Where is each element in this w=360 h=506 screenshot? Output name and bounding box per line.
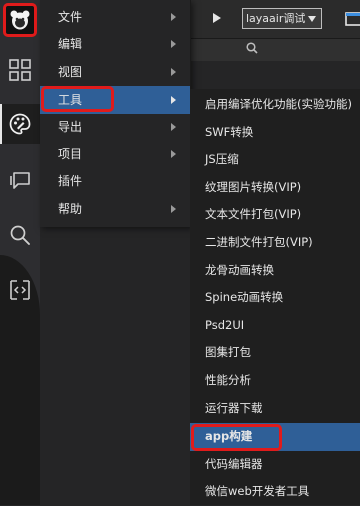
chevron-right-icon [171, 96, 176, 104]
menu-item-export[interactable]: 导出 [40, 113, 190, 141]
chevron-right-icon [171, 68, 176, 76]
submenu-item-runner-download[interactable]: 运行器下载 [190, 395, 360, 423]
submenu-item-spine-convert[interactable]: Spine动画转换 [190, 284, 360, 312]
menu-item-edit[interactable]: 编辑 [40, 30, 190, 58]
menu-item-label: 文件 [58, 10, 83, 24]
submenu-item-profiler[interactable]: 性能分析 [190, 367, 360, 395]
submenu-item-wechat-devtools[interactable]: 微信web开发者工具 [190, 478, 360, 506]
submenu-item-texture-convert[interactable]: 纹理图片转换(VIP) [190, 174, 360, 202]
chevron-right-icon [171, 205, 176, 213]
submenu-item-psd2ui[interactable]: Psd2UI [190, 312, 360, 340]
menu-item-plugins[interactable]: 插件 [40, 167, 190, 195]
app-build-highlight-box [191, 424, 282, 451]
menu-item-label: 项目 [58, 147, 83, 161]
activity-bar [0, 0, 40, 505]
menu-item-view[interactable]: 视图 [40, 58, 190, 86]
code-icon-button[interactable] [0, 270, 40, 310]
submenu-item-label: 性能分析 [205, 373, 251, 387]
submenu-item-label: Spine动画转换 [205, 290, 284, 305]
layaair-logo-button[interactable] [3, 3, 37, 37]
submenu-item-label: 启用编译优化功能(实验功能) [205, 97, 352, 111]
menu-item-label: 视图 [58, 65, 83, 79]
run-target-value: layaair调试 [246, 12, 306, 25]
code-icon [10, 280, 30, 300]
submenu-item-code-editor[interactable]: 代码编辑器 [190, 451, 360, 479]
submenu-item-binary-pack[interactable]: 二进制文件打包(VIP) [190, 229, 360, 257]
menu-item-file[interactable]: 文件 [40, 3, 190, 31]
palette-icon [9, 113, 31, 135]
search-icon [10, 225, 30, 245]
main-menu: 文件 编辑 视图 工具 导出 项目 插件 帮助 [40, 0, 191, 227]
play-icon[interactable] [213, 13, 221, 23]
chevron-right-icon [171, 13, 176, 21]
chat-icon [10, 172, 30, 189]
submenu-item-text-pack[interactable]: 文本文件打包(VIP) [190, 201, 360, 229]
menu-item-label: 插件 [58, 174, 83, 188]
submenu-item-label: Psd2UI [205, 317, 245, 332]
submenu-item-atlas-pack[interactable]: 图集打包 [190, 339, 360, 367]
submenu-item-compile-optimization[interactable]: 启用编译优化功能(实验功能) [190, 91, 360, 119]
grid-icon [9, 59, 31, 81]
submenu-item-label: 龙骨动画转换 [205, 262, 274, 277]
submenu-item-label: 代码编辑器 [205, 456, 263, 471]
menu-item-project[interactable]: 项目 [40, 140, 190, 168]
layout-icon[interactable] [345, 12, 360, 26]
submenu-item-dragonbones-convert[interactable]: 龙骨动画转换 [190, 257, 360, 285]
submenu-item-label: 二进制文件打包(VIP) [205, 235, 313, 249]
submenu-item-label: SWF转换 [205, 124, 254, 139]
toolbar-secondary-row [190, 39, 360, 61]
tools-menu-highlight-box [41, 86, 114, 112]
submenu-item-swf-convert[interactable]: SWF转换 [190, 119, 360, 147]
palette-icon-button[interactable] [0, 104, 40, 144]
toolbar: layaair调试 [190, 0, 360, 39]
submenu-item-js-compress[interactable]: JS压缩 [190, 146, 360, 174]
menu-item-label: 导出 [58, 120, 83, 134]
submenu-item-label: JS压缩 [205, 152, 239, 167]
submenu-item-label: 文本文件打包(VIP) [205, 207, 302, 222]
run-target-select[interactable]: layaair调试 [242, 8, 322, 29]
panel-search-icon[interactable] [246, 42, 258, 54]
dropdown-arrow-icon [308, 16, 316, 22]
menu-item-help[interactable]: 帮助 [40, 195, 190, 223]
chevron-right-icon [171, 123, 176, 131]
layaair-logo-icon [10, 10, 30, 30]
chat-icon-button[interactable] [0, 160, 40, 200]
submenu-item-label: 图集打包 [205, 345, 251, 360]
chevron-right-icon [171, 40, 176, 48]
menu-item-label: 帮助 [58, 202, 83, 216]
submenu-item-label: 微信web开发者工具 [205, 484, 310, 499]
submenu-item-label: 运行器下载 [205, 400, 263, 415]
menu-item-label: 编辑 [58, 37, 83, 51]
search-icon-button[interactable] [0, 215, 40, 255]
grid-icon-button[interactable] [0, 50, 40, 90]
submenu-item-label: 纹理图片转换(VIP) [205, 179, 302, 194]
chevron-right-icon [171, 150, 176, 158]
